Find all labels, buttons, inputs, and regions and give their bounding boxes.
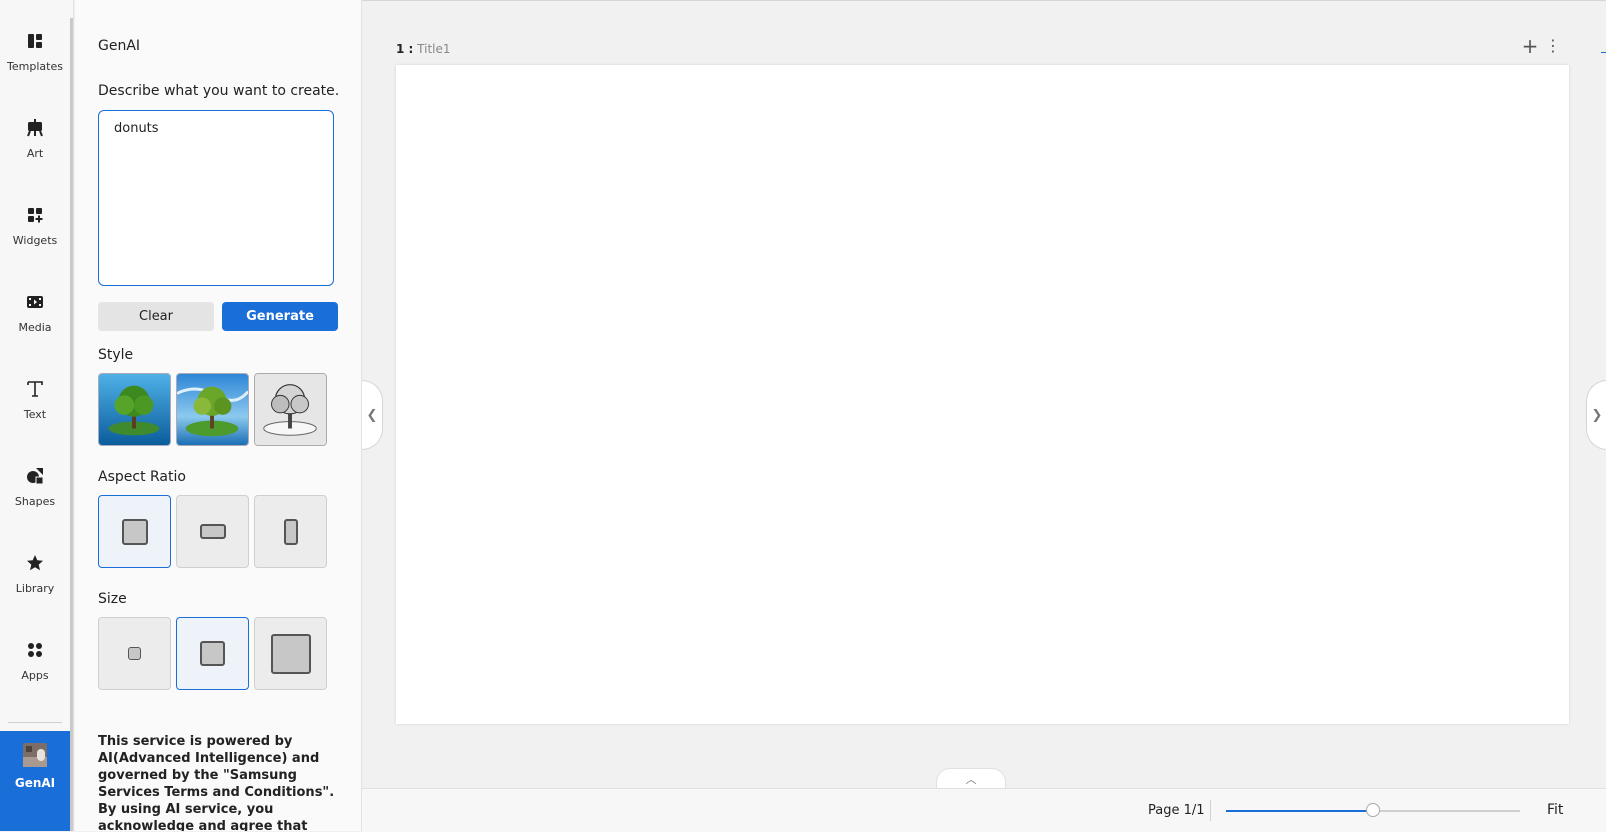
portrait-ratio-icon (283, 518, 298, 545)
chevron-right-icon: ❯ (1591, 407, 1603, 423)
rail-item-shapes[interactable]: Shapes (0, 435, 70, 524)
more-vertical-icon[interactable]: ⋮ (1545, 36, 1561, 58)
aspect-ratio-label: Aspect Ratio (98, 469, 186, 485)
rail-item-label: Templates (7, 60, 63, 73)
rail-item-genai[interactable]: GenAI (0, 731, 70, 831)
rail-divider (8, 722, 62, 723)
chevron-up-icon: ︿ (965, 773, 977, 786)
rail-item-label: Widgets (12, 234, 58, 247)
style-option-sketch[interactable] (254, 373, 327, 446)
style-option-realistic[interactable] (98, 373, 171, 446)
rail-item-apps[interactable]: Apps (0, 609, 70, 698)
slide-canvas[interactable] (396, 65, 1569, 724)
style-label: Style (98, 347, 134, 363)
text-t-icon (25, 379, 45, 399)
page-header[interactable]: 1 : Title1 (396, 42, 451, 56)
film-icon (25, 292, 45, 312)
size-option-medium[interactable] (176, 617, 249, 690)
zoom-slider-fill (1226, 810, 1373, 812)
page-number: 1 : (396, 42, 414, 56)
prompt-label: Describe what you want to create. (98, 83, 340, 99)
rail-item-label: Art (26, 147, 44, 160)
square-ratio-icon (121, 518, 148, 545)
aspect-option-portrait[interactable] (254, 495, 327, 568)
prompt-textarea[interactable]: donuts (98, 110, 334, 286)
top-border (362, 0, 1606, 1)
aspect-option-square[interactable] (98, 495, 171, 568)
prompt-value: donuts (114, 121, 159, 136)
genai-panel: GenAI Describe what you want to create. … (75, 0, 362, 831)
rail-item-label: GenAI (14, 776, 56, 790)
collapse-panel-button[interactable]: ❮ (362, 380, 383, 450)
status-bar: Page 1/1 Fit (362, 788, 1606, 832)
size-options (98, 617, 327, 690)
expand-right-panel-button[interactable]: ❯ (1586, 380, 1606, 450)
small-size-icon (128, 647, 141, 660)
generate-button[interactable]: Generate (222, 302, 338, 331)
rail-item-widgets[interactable]: Widgets (0, 174, 70, 263)
shapes-icon (25, 466, 45, 486)
genai-icon (23, 743, 47, 767)
easel-icon (25, 118, 45, 138)
rail-item-media[interactable]: Media (0, 261, 70, 350)
panel-title: GenAI (98, 38, 141, 54)
style-options (98, 373, 327, 446)
size-option-small[interactable] (98, 617, 171, 690)
size-option-large[interactable] (254, 617, 327, 690)
rail-item-library[interactable]: Library (0, 522, 70, 611)
tool-rail: Templates Art Widgets Media Text Shapes (0, 0, 74, 831)
zoom-slider-thumb[interactable] (1366, 803, 1380, 817)
status-divider (1210, 800, 1211, 821)
expand-pages-button[interactable]: ︿ (936, 768, 1006, 789)
large-size-icon (270, 633, 311, 674)
fit-button[interactable]: Fit (1547, 802, 1563, 818)
aspect-ratio-options (98, 495, 327, 568)
chevron-left-icon: ❮ (366, 407, 378, 423)
star-icon (25, 553, 45, 573)
medium-size-icon (200, 641, 225, 666)
widgets-icon (25, 205, 45, 225)
rail-item-label: Text (23, 408, 47, 421)
style-option-painting[interactable] (176, 373, 249, 446)
right-edge-indicator (1601, 52, 1606, 53)
rail-item-label: Shapes (14, 495, 56, 508)
page-title: Title1 (417, 42, 451, 56)
rail-scrollbar[interactable] (70, 18, 73, 831)
landscape-ratio-icon (199, 524, 226, 539)
page-count: Page 1/1 (1148, 803, 1205, 818)
size-label: Size (98, 591, 127, 607)
rail-item-text[interactable]: Text (0, 348, 70, 437)
clear-button[interactable]: Clear (98, 302, 214, 331)
ai-disclaimer-text: This service is powered by AI(Advanced I… (98, 734, 335, 831)
rail-item-label: Library (15, 582, 55, 595)
apps-grid-icon (25, 640, 45, 660)
templates-icon (25, 31, 45, 51)
aspect-option-landscape[interactable] (176, 495, 249, 568)
zoom-slider[interactable] (1226, 803, 1520, 817)
rail-item-label: Apps (21, 669, 49, 682)
rail-item-label: Media (18, 321, 52, 334)
rail-item-templates[interactable]: Templates (0, 0, 70, 89)
rail-item-art[interactable]: Art (0, 87, 70, 176)
plus-icon[interactable]: + (1519, 36, 1541, 58)
